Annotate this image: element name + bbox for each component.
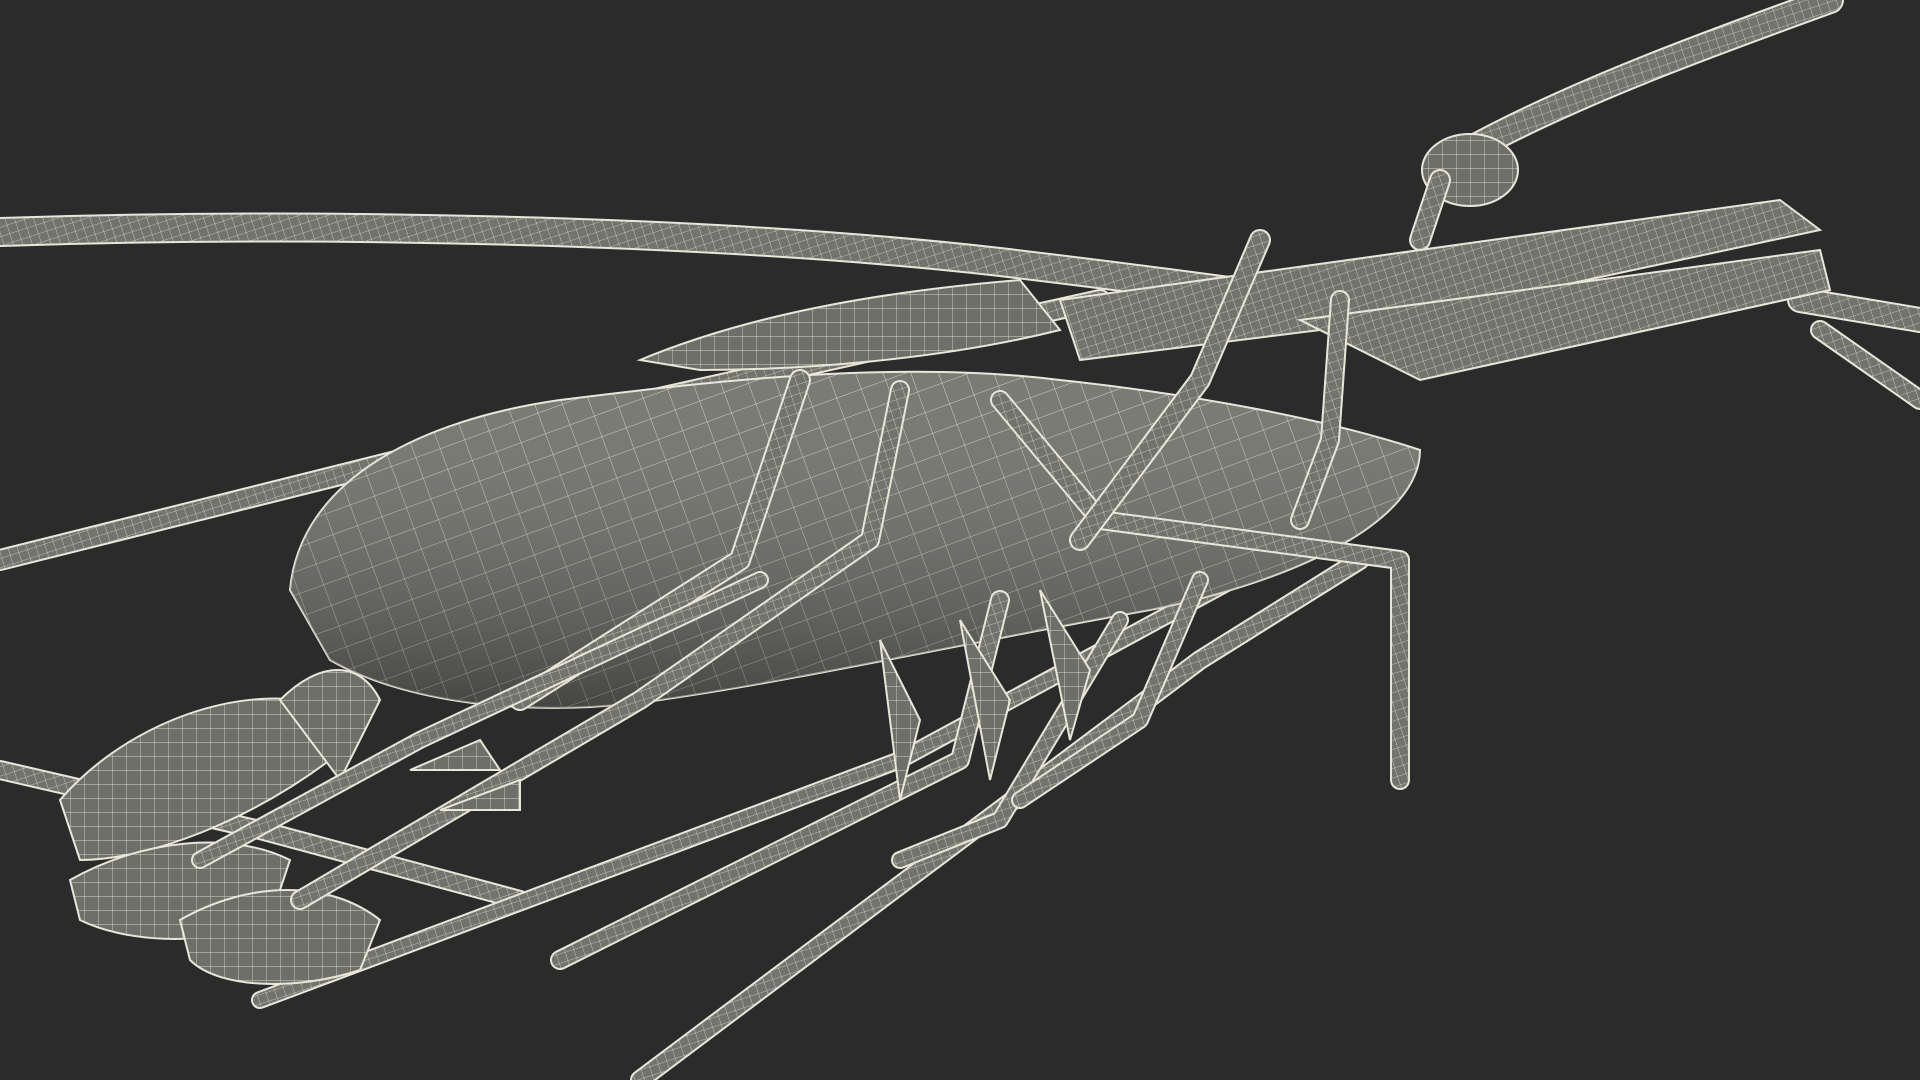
render-viewport [0, 0, 1920, 1080]
shrimp-wireframe-render [0, 0, 1920, 1080]
